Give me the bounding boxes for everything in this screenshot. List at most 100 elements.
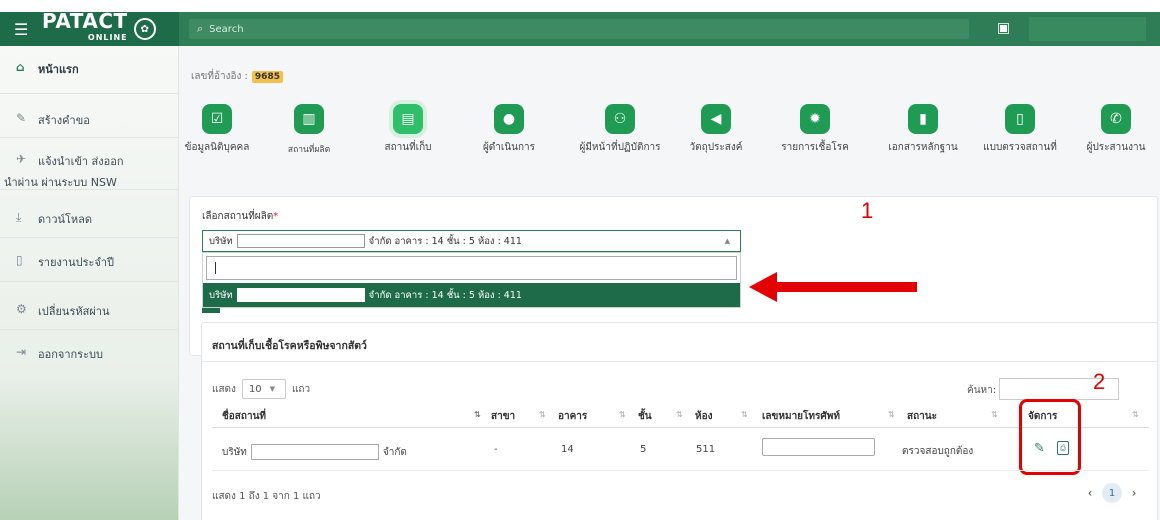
sort-icon[interactable]: ⇅ (741, 410, 748, 419)
sidebar-item-label: ออกจากระบบ (38, 348, 103, 361)
top-bar: ☰ PATACT ONLINE ✿ ⌕ Search ▣ (0, 0, 1160, 46)
step-label: เอกสารหลักฐาน (888, 142, 958, 153)
sort-icon[interactable]: ⇅ (619, 410, 626, 419)
header-divider (212, 427, 1149, 428)
storage-table-card: สถานที่เก็บเชื้อโรคหรือพิษจากสัตว์ แสดง … (201, 322, 1158, 520)
column-header-status[interactable]: สถานะ (907, 409, 937, 424)
column-header-phone[interactable]: เลขหมายโทรศัพท์ (762, 409, 840, 424)
selected-suffix: จำกัด อาคาร : 14 ชั้น : 5 ห้อง : 411 (368, 235, 522, 247)
column-header-floor[interactable]: ชั้น (638, 409, 652, 424)
logo[interactable]: PATACT ONLINE (42, 11, 128, 47)
column-header-room[interactable]: ห้อง (695, 409, 712, 424)
page-1-button[interactable]: 1 (1102, 483, 1122, 503)
step-purpose[interactable]: ◀ วัตถุประสงค์ (676, 104, 756, 155)
chevron-left-icon[interactable]: ‹ (1082, 486, 1098, 500)
text-cursor (215, 262, 216, 274)
sort-active-icon[interactable]: ⇅ (474, 410, 481, 419)
column-header-name[interactable]: ชื่อสถานที่ (222, 409, 266, 424)
callout-1: 1 (861, 198, 874, 223)
reference-badge: 9685 (251, 70, 283, 83)
row-divider (212, 470, 1149, 471)
sidebar-item-label: หน้าแรก (38, 63, 79, 76)
production-site-select[interactable]: บริษัท จำกัด อาคาร : 14 ชั้น : 5 ห้อง : … (202, 230, 741, 252)
pencil-icon: ✎ (16, 111, 27, 125)
step-pathogen-list[interactable]: ✹ รายการเชื้อโรค (775, 104, 855, 155)
chevron-down-icon: ▼ (269, 385, 276, 393)
sidebar-item-change-password[interactable]: ⚙ เปลี่ยนรหัสผ่าน (0, 282, 179, 330)
search-input[interactable]: ⌕ Search (189, 19, 969, 39)
sidebar-item-label-2: นำผ่าน ผ่านระบบ NSW (4, 176, 117, 189)
step-storage-site[interactable]: ▤ สถานที่เก็บ (368, 104, 448, 155)
header-bar: ⌕ Search ▣ (179, 12, 1160, 46)
callout-2: 2 (1093, 369, 1106, 394)
dropdown-option[interactable]: บริษัท จำกัด อาคาร : 14 ชั้น : 5 ห้อง : … (203, 283, 740, 307)
step-production-site[interactable]: ▥ สถานที่ผลิต (269, 104, 349, 156)
step-coordinator[interactable]: ✆ ผู้ประสานงาน (1076, 104, 1156, 155)
reference-line: เลขที่อ้างอิง : 9685 (191, 69, 283, 84)
step-label: ผู้ดำเนินการ (482, 142, 536, 153)
column-header-building[interactable]: อาคาร (558, 409, 587, 424)
sidebar-item-label: เปลี่ยนรหัสผ่าน (38, 305, 110, 318)
user-menu[interactable] (1029, 17, 1146, 41)
column-header-branch[interactable]: สาขา (491, 409, 515, 424)
sidebar-item-nsw[interactable]: ✈ แจ้งนำเข้า ส่งออก นำผ่าน ผ่านระบบ NSW (0, 138, 179, 190)
cell-phone (762, 438, 875, 456)
sidebar-item-create-request[interactable]: ✎ สร้างคำขอ (0, 94, 179, 138)
step-label: วัตถุประสงค์ (689, 142, 743, 153)
megaphone-icon: ◀ (701, 104, 731, 134)
sort-icon[interactable]: ⇅ (676, 410, 683, 419)
table-search-label: ค้นหา: (967, 385, 997, 396)
step-label: สถานที่ผลิต (287, 145, 331, 155)
name-suffix: จำกัด (382, 446, 407, 458)
production-site-dropdown: บริษัท จำกัด อาคาร : 14 ชั้น : 5 ห้อง : … (202, 252, 741, 308)
entries-suffix: แถว (291, 383, 311, 395)
chevron-right-icon[interactable]: › (1126, 486, 1142, 500)
sidebar-item-label: แจ้งนำเข้า ส่งออก (38, 155, 124, 168)
gears-icon: ⚙ (16, 302, 27, 316)
search-placeholder: Search (209, 23, 244, 35)
step-operator[interactable]: ● ผู้ดำเนินการ (469, 104, 549, 155)
reference-label: เลขที่อ้างอิง : (191, 71, 248, 82)
divider (202, 361, 1157, 362)
cell-status: ตรวจสอบถูกต้อง (902, 446, 974, 457)
search-icon: ⌕ (197, 22, 204, 35)
clipboard-icon: ▯ (1005, 104, 1035, 134)
step-label: ผู้ประสานงาน (1086, 142, 1146, 153)
step-responsible-person[interactable]: ⚇ ผู้มีหน้าที่ปฏิบัติการ (570, 104, 670, 155)
storage-table-title: สถานที่เก็บเชื้อโรคหรือพิษจากสัตว์ (212, 340, 367, 352)
red-arrow-icon (749, 272, 917, 302)
sidebar-item-label: รายงานประจำปี (38, 256, 115, 269)
entries-value: 10 (248, 383, 262, 395)
required-mark: * (273, 211, 279, 222)
sidebar-item-annual-report[interactable]: ▯ รายงานประจำปี (0, 238, 179, 282)
step-juristic-person[interactable]: ☑ ข้อมูลนิติบุคคล (179, 104, 255, 155)
annotation-highlight-box (1019, 399, 1081, 475)
emblem-icon: ✿ (133, 18, 156, 40)
clipboard-icon[interactable]: ▣ (997, 20, 1010, 36)
sidebar: ⌂ หน้าแรก ✎ สร้างคำขอ ✈ แจ้งนำเข้า ส่งออ… (0, 46, 179, 520)
hamburger-icon[interactable]: ☰ (14, 20, 32, 39)
home-icon: ⌂ (16, 60, 25, 74)
dropdown-search-input[interactable] (206, 256, 737, 280)
entries-select[interactable]: 10 ▼ (241, 379, 286, 399)
step-evidence-documents[interactable]: ▮ เอกสารหลักฐาน (880, 104, 966, 155)
download-icon: ⤓ (16, 210, 22, 224)
cell-branch: - (494, 444, 498, 455)
production-site-label-text: เลือกสถานที่ผลิต (202, 211, 274, 222)
logout-icon: ⇥ (16, 345, 27, 359)
sort-icon[interactable]: ⇅ (1132, 410, 1139, 419)
sort-icon[interactable]: ⇅ (539, 410, 546, 419)
step-label: รายการเชื้อโรค (781, 142, 849, 153)
sort-icon[interactable]: ⇅ (991, 410, 998, 419)
building-icon: ▥ (294, 104, 324, 134)
selected-prefix: บริษัท (209, 235, 233, 247)
check-icon: ☑ (202, 104, 232, 134)
step-site-inspection[interactable]: ▯ แบบตรวจสถานที่ (977, 104, 1063, 155)
user-icon: ● (494, 104, 524, 134)
sidebar-item-download[interactable]: ⤓ ดาวน์โหลด (0, 190, 179, 238)
table-info: แสดง 1 ถึง 1 จาก 1 แถว (212, 491, 321, 502)
sidebar-item-home[interactable]: ⌂ หน้าแรก (0, 54, 179, 94)
sort-icon[interactable]: ⇅ (888, 410, 895, 419)
sidebar-item-logout[interactable]: ⇥ ออกจากระบบ (0, 330, 179, 370)
cell-building: 14 (561, 444, 574, 455)
